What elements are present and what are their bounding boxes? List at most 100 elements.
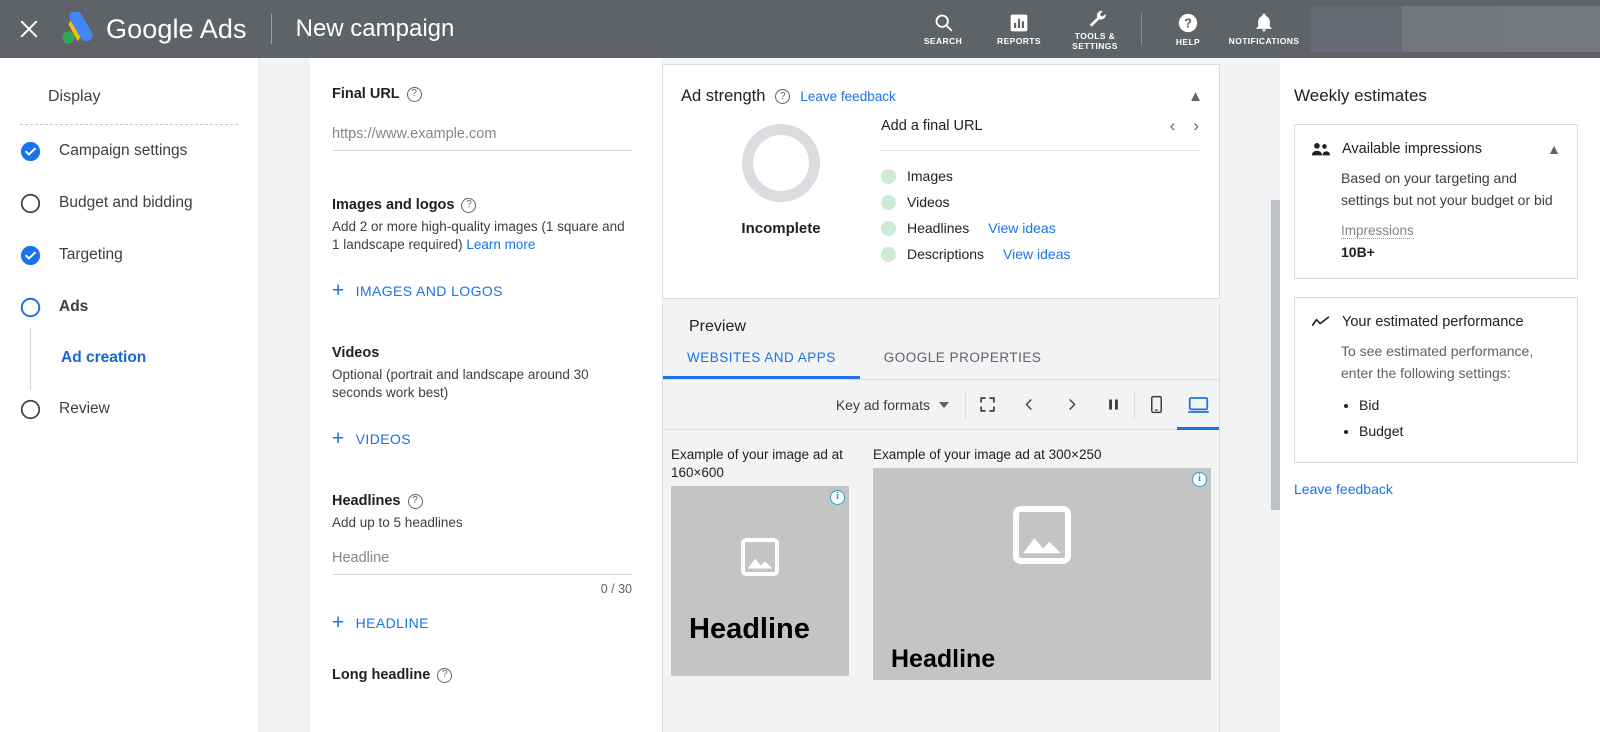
- final-url-label: Final URL ?: [332, 86, 632, 102]
- fullscreen-button[interactable]: [966, 380, 1008, 430]
- tab-google-properties[interactable]: GOOGLE PROPERTIES: [860, 350, 1066, 379]
- checklist-label-descriptions: Descriptions: [907, 246, 985, 262]
- status-dot: [881, 246, 896, 262]
- notifications-button[interactable]: NOTIFICATIONS: [1226, 0, 1302, 58]
- headline-input[interactable]: Headline: [332, 550, 632, 575]
- ad-canvas-160x600[interactable]: i Headline: [671, 486, 849, 676]
- headlines-description: Add up to 5 headlines: [332, 515, 463, 530]
- performance-required-settings: Bid Budget: [1359, 392, 1561, 444]
- desktop-preview-button[interactable]: [1177, 380, 1219, 430]
- sidebar-item-ads[interactable]: Ads: [0, 281, 258, 333]
- circle-outline-icon: [20, 399, 41, 419]
- pause-icon: [1108, 399, 1118, 410]
- checklist-item-headlines: Headlines View ideas: [881, 215, 1199, 241]
- ad-strength-title: Ad strength: [681, 87, 766, 105]
- impressions-card-header[interactable]: Available impressions ▲: [1311, 141, 1561, 157]
- ad-headline-300x250: Headline: [891, 645, 996, 673]
- info-icon[interactable]: i: [830, 490, 845, 505]
- checklist-item-descriptions: Descriptions View ideas: [881, 241, 1199, 267]
- ad-caption-160x600: Example of your image ad at 160×600: [671, 447, 843, 480]
- checklist-label-images: Images: [907, 168, 953, 184]
- preview-pause-button[interactable]: [1092, 380, 1134, 430]
- preview-tabs: WEBSITES AND APPS GOOGLE PROPERTIES: [663, 350, 1219, 380]
- help-circle-icon[interactable]: ?: [407, 493, 423, 509]
- impressions-metric-label: Impressions: [1341, 223, 1414, 239]
- help-button[interactable]: ? HELP: [1150, 0, 1226, 58]
- preview-toolbar: Key ad formats: [663, 380, 1219, 430]
- ad-strength-panel: Ad strength ? Leave feedback ▲ Incomplet…: [662, 64, 1220, 299]
- sidebar-item-budget-and-bidding[interactable]: Budget and bidding: [0, 177, 258, 229]
- chevron-down-icon: [939, 401, 949, 408]
- header-divider: [270, 14, 272, 44]
- view-ideas-headlines-link[interactable]: View ideas: [988, 220, 1055, 236]
- sidebar-label-ads: Ads: [59, 298, 89, 315]
- add-headline-button[interactable]: + HEADLINE: [332, 612, 632, 633]
- tab-websites-and-apps[interactable]: WEBSITES AND APPS: [663, 350, 860, 379]
- sidebar-item-targeting[interactable]: Targeting: [0, 229, 258, 281]
- required-setting-budget: Budget: [1359, 418, 1561, 444]
- add-images-and-logos-button[interactable]: + IMAGES AND LOGOS: [332, 280, 632, 301]
- header-placeholder-3: [1502, 6, 1600, 52]
- ad-strength-feedback-link[interactable]: Leave feedback: [800, 89, 895, 104]
- reports-button[interactable]: REPORTS: [981, 0, 1057, 58]
- sidebar-item-campaign-settings[interactable]: Campaign settings: [0, 125, 258, 177]
- campaign-type-label: Display: [48, 88, 101, 105]
- chevron-up-icon[interactable]: ▲: [1188, 88, 1203, 105]
- add-videos-button[interactable]: + VIDEOS: [332, 428, 632, 449]
- chevron-left-icon: [1024, 399, 1032, 410]
- learn-more-link[interactable]: Learn more: [466, 237, 535, 252]
- estimates-title: Weekly estimates: [1294, 86, 1427, 105]
- view-ideas-descriptions-link[interactable]: View ideas: [1003, 246, 1070, 262]
- plus-icon: +: [332, 279, 345, 302]
- actions-divider: [1141, 13, 1142, 45]
- long-headline-label: Long headline ?: [332, 667, 632, 683]
- checklist-item-images: Images: [881, 163, 1199, 189]
- search-button[interactable]: SEARCH: [905, 0, 981, 58]
- videos-label: Videos: [332, 345, 632, 361]
- ad-canvas-300x250[interactable]: i Headline: [873, 468, 1211, 680]
- check-circle-filled-icon: [20, 141, 41, 161]
- suggestion-nav: ‹ ›: [1170, 116, 1199, 136]
- header-placeholder-2: [1402, 6, 1502, 52]
- sidebar-subitem-ad-creation[interactable]: Ad creation: [0, 328, 258, 390]
- sidebar-label-campaign-settings: Campaign settings: [59, 142, 188, 159]
- close-icon[interactable]: [14, 14, 44, 44]
- videos-description: Optional (portrait and landscape around …: [332, 367, 589, 400]
- google-ads-logo: [62, 12, 93, 44]
- help-circle-icon[interactable]: ?: [437, 667, 453, 683]
- subnav-connector: [30, 328, 31, 390]
- help-circle-icon[interactable]: ?: [406, 86, 422, 102]
- page-title: New campaign: [295, 15, 455, 42]
- help-circle-icon[interactable]: ?: [461, 197, 477, 213]
- add-videos-label: VIDEOS: [355, 430, 411, 447]
- chevron-up-icon[interactable]: ▲: [1547, 141, 1561, 157]
- ad-preview-300x250: Example of your image ad at 300×250 i He…: [873, 446, 1213, 680]
- preview-title: Preview: [689, 318, 746, 335]
- estimates-feedback-link[interactable]: Leave feedback: [1294, 481, 1578, 497]
- ad-strength-gauge: Incomplete: [681, 112, 881, 267]
- main-scrollbar-thumb[interactable]: [1271, 200, 1280, 510]
- weekly-estimates-panel: Weekly estimates Available impressions ▲…: [1280, 58, 1600, 732]
- tools-settings-button[interactable]: TOOLS & SETTINGS: [1057, 0, 1133, 58]
- final-url-label-text: Final URL: [332, 86, 400, 102]
- images-logos-label-text: Images and logos: [332, 197, 455, 213]
- sidebar-item-review[interactable]: Review: [0, 383, 258, 435]
- estimated-performance-card: Your estimated performance To see estima…: [1294, 297, 1578, 463]
- chevron-right-icon[interactable]: ›: [1193, 116, 1199, 136]
- preview-prev-button[interactable]: [1008, 380, 1050, 430]
- help-circle-icon[interactable]: ?: [775, 89, 791, 104]
- chevron-left-icon[interactable]: ‹: [1170, 116, 1176, 136]
- mobile-preview-button[interactable]: [1135, 380, 1177, 430]
- sidebar-label-ad-creation[interactable]: Ad creation: [61, 349, 146, 367]
- chevron-right-icon: [1068, 399, 1076, 410]
- final-url-input[interactable]: https://www.example.com: [332, 126, 632, 151]
- image-placeholder-icon: [741, 538, 779, 576]
- mobile-icon: [1150, 395, 1162, 414]
- plus-icon: +: [332, 427, 345, 450]
- performance-card-header: Your estimated performance: [1311, 314, 1561, 330]
- status-dot: [881, 194, 896, 210]
- preview-next-button[interactable]: [1050, 380, 1092, 430]
- info-icon[interactable]: i: [1192, 472, 1207, 487]
- header-placeholder-blocks: [1310, 6, 1600, 52]
- key-ad-formats-select[interactable]: Key ad formats: [836, 397, 965, 413]
